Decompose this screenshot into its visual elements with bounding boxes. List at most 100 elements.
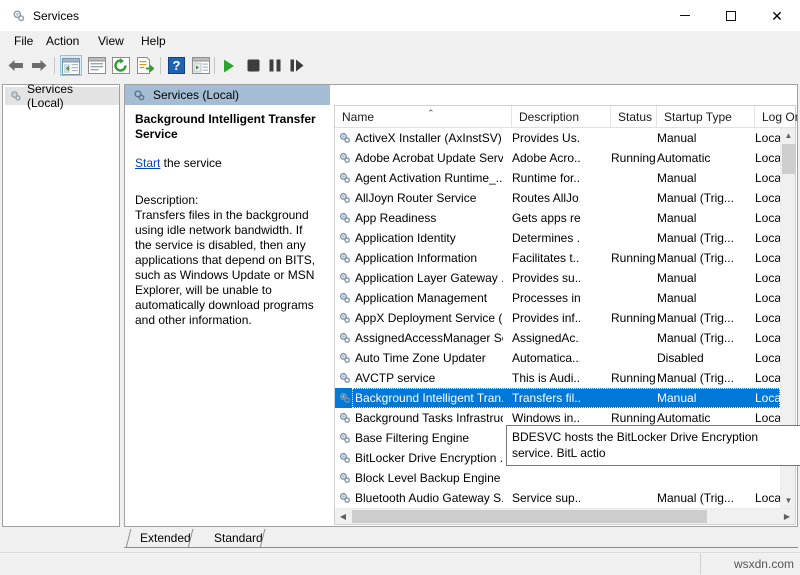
pause-service-button[interactable] bbox=[264, 55, 286, 76]
properties-button[interactable] bbox=[190, 55, 212, 76]
cell-startup-type: Manual bbox=[657, 388, 749, 408]
start-service-link[interactable]: Start bbox=[135, 156, 160, 170]
detail-description-text: Transfers files in the background using … bbox=[135, 208, 320, 328]
stop-icon bbox=[247, 59, 260, 72]
show-hide-console-tree-button[interactable] bbox=[60, 55, 82, 76]
export-list-button[interactable] bbox=[134, 55, 156, 76]
pane-header: Services (Local) bbox=[125, 85, 330, 105]
refresh-button[interactable] bbox=[110, 55, 132, 76]
cell-name: Base Filtering Engine bbox=[355, 428, 503, 448]
show-hide-action-pane-button[interactable] bbox=[86, 55, 108, 76]
back-button[interactable] bbox=[5, 55, 27, 76]
scroll-down-button[interactable]: ▼ bbox=[781, 493, 796, 508]
maximize-button[interactable] bbox=[708, 0, 754, 31]
table-row[interactable]: Adobe Acrobat Update Serv...Adobe Acro..… bbox=[335, 148, 780, 168]
table-row[interactable]: AppX Deployment Service (...Provides inf… bbox=[335, 308, 780, 328]
cell-description: Automatica... bbox=[512, 348, 580, 368]
restart-service-button[interactable] bbox=[286, 55, 308, 76]
action-pane-icon bbox=[88, 57, 106, 74]
table-row[interactable]: Block Level Backup Engine ... bbox=[335, 468, 780, 488]
cell-name: Background Tasks Infrastruc... bbox=[355, 408, 503, 428]
table-row[interactable]: Application ManagementProcesses in...Man… bbox=[335, 288, 780, 308]
service-gear-icon bbox=[338, 451, 352, 465]
table-row[interactable]: App ReadinessGets apps re...ManualLocal … bbox=[335, 208, 780, 228]
menu-help[interactable]: Help bbox=[133, 31, 174, 52]
table-row[interactable]: Auto Time Zone UpdaterAutomatica...Disab… bbox=[335, 348, 780, 368]
cell-log-on: Local Sy bbox=[755, 288, 780, 308]
cell-startup-type: Manual (Trig... bbox=[657, 308, 749, 328]
cell-startup-type: Manual bbox=[657, 268, 749, 288]
stop-service-button[interactable] bbox=[242, 55, 264, 76]
table-row[interactable]: ActiveX Installer (AxInstSV)Provides Us.… bbox=[335, 128, 780, 148]
cell-name: Adobe Acrobat Update Serv... bbox=[355, 148, 503, 168]
tree-node-services-local[interactable]: Services (Local) bbox=[5, 87, 119, 105]
cell-startup-type: Manual (Trig... bbox=[657, 188, 749, 208]
cell-name: Auto Time Zone Updater bbox=[355, 348, 503, 368]
column-header-description[interactable]: Description bbox=[512, 106, 611, 128]
minimize-button[interactable] bbox=[662, 0, 708, 31]
cell-log-on: Local Sy bbox=[755, 168, 780, 188]
scroll-up-button[interactable]: ▲ bbox=[781, 128, 796, 143]
forward-arrow-icon bbox=[30, 59, 48, 72]
cell-description: Processes in... bbox=[512, 288, 580, 308]
cell-description: Routes AllJo... bbox=[512, 188, 580, 208]
menu-action[interactable]: Action bbox=[38, 31, 87, 52]
menu-view[interactable]: View bbox=[90, 31, 132, 52]
service-gear-icon bbox=[338, 271, 352, 285]
vertical-scroll-thumb[interactable] bbox=[782, 144, 795, 174]
detail-action-line: Start the service bbox=[135, 156, 320, 171]
column-header-name[interactable]: Name ⌃ bbox=[335, 106, 512, 128]
column-header-log-on-label: Log On bbox=[762, 110, 797, 124]
tab-standard[interactable]: Standard bbox=[202, 529, 273, 548]
column-header-log-on[interactable]: Log On bbox=[755, 106, 797, 128]
table-row[interactable]: AllJoyn Router Service Routes AllJo... Man… bbox=[335, 188, 780, 208]
tab-extended[interactable]: Extended bbox=[128, 529, 201, 548]
cell-log-on: Local Se bbox=[755, 268, 780, 288]
table-row[interactable]: Background Intelligent Tran...Transfers … bbox=[335, 388, 780, 408]
forward-button[interactable] bbox=[28, 55, 50, 76]
horizontal-scrollbar[interactable]: ◀ ▶ bbox=[335, 508, 795, 524]
service-gear-icon bbox=[338, 251, 352, 265]
sort-ascending-icon: ⌃ bbox=[427, 109, 435, 118]
scroll-right-button[interactable]: ▶ bbox=[779, 509, 795, 524]
cell-startup-type: Manual (Trig... bbox=[657, 368, 749, 388]
service-gear-icon bbox=[338, 351, 352, 365]
tab-underline bbox=[124, 547, 798, 548]
table-row[interactable]: AssignedAccessManager Se...AssignedAc...… bbox=[335, 328, 780, 348]
cell-name: AVCTP service bbox=[355, 368, 503, 388]
column-header-status[interactable]: Status bbox=[611, 106, 657, 128]
service-description-tooltip: BDESVC hosts the BitLocker Drive Encrypt… bbox=[506, 425, 800, 466]
cell-description: Provides Us... bbox=[512, 128, 580, 148]
tree-node-label: Services (Local) bbox=[27, 82, 113, 110]
service-gear-icon bbox=[338, 191, 352, 205]
cell-description: This is Audi... bbox=[512, 368, 580, 388]
table-row[interactable]: Agent Activation Runtime_...Runtime for.… bbox=[335, 168, 780, 188]
menu-file[interactable]: File bbox=[6, 31, 41, 52]
table-row[interactable]: Bluetooth Audio Gateway S...Service sup.… bbox=[335, 488, 780, 508]
scroll-left-button[interactable]: ◀ bbox=[335, 509, 351, 524]
table-row[interactable]: AVCTP serviceThis is Audi...RunningManua… bbox=[335, 368, 780, 388]
service-gear-icon bbox=[338, 431, 352, 445]
column-header-startup-type[interactable]: Startup Type bbox=[657, 106, 755, 128]
cell-startup-type: Manual bbox=[657, 128, 749, 148]
close-button[interactable]: ✕ bbox=[754, 0, 800, 31]
start-service-button[interactable] bbox=[218, 55, 240, 76]
service-gear-icon bbox=[338, 311, 352, 325]
cell-startup-type: Manual bbox=[657, 168, 749, 188]
services-gear-icon bbox=[9, 89, 23, 103]
table-row[interactable]: Application Layer Gateway ...Provides su… bbox=[335, 268, 780, 288]
cell-startup-type: Manual (Trig... bbox=[657, 228, 749, 248]
help-button[interactable]: ? bbox=[166, 55, 188, 76]
table-row[interactable]: Application InformationFacilitates t...R… bbox=[335, 248, 780, 268]
cell-log-on: Local Sy bbox=[755, 328, 780, 348]
menu-bar: File Action View Help bbox=[0, 31, 800, 52]
cell-log-on: Local Se bbox=[755, 368, 780, 388]
cell-name: AllJoyn Router Service bbox=[355, 188, 503, 208]
cell-log-on: Local Sy bbox=[755, 308, 780, 328]
detail-service-title: Background Intelligent Transfer Service bbox=[135, 112, 320, 142]
table-row[interactable]: Application IdentityDetermines ...Manual… bbox=[335, 228, 780, 248]
pause-icon bbox=[269, 59, 281, 72]
cell-startup-type: Manual (Trig... bbox=[657, 328, 749, 348]
toolbar-separator-1 bbox=[54, 57, 55, 74]
horizontal-scroll-thumb[interactable] bbox=[352, 510, 707, 523]
